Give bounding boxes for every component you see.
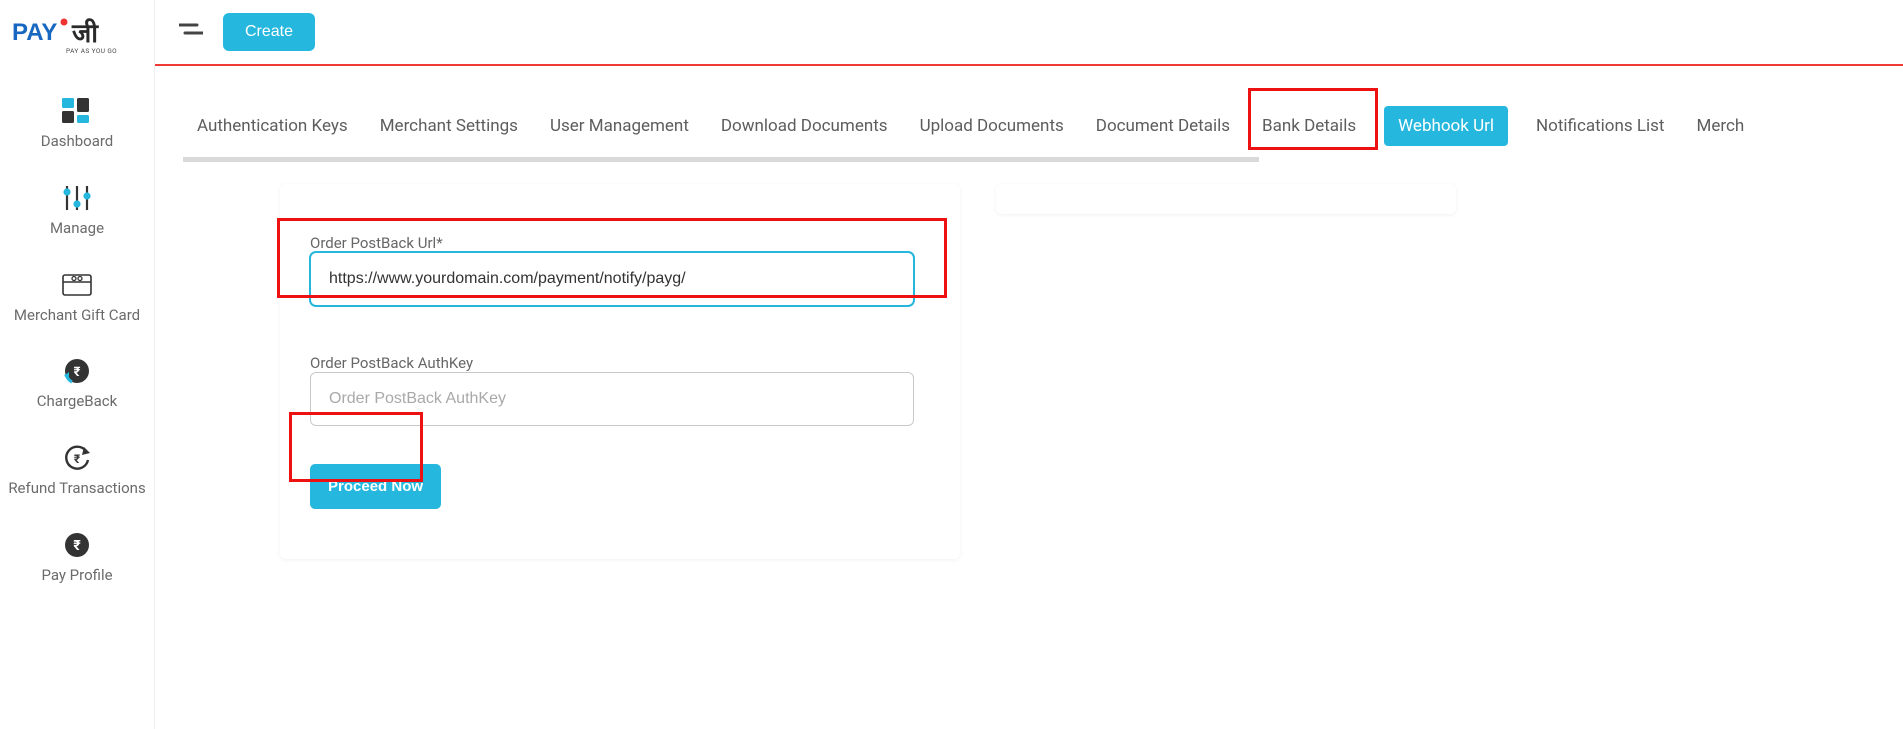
tab-authentication-keys[interactable]: Authentication Keys <box>193 106 352 146</box>
sidebar-item-manage[interactable]: Manage <box>0 169 154 256</box>
chargeback-icon: ₹ <box>62 356 92 386</box>
tab-upload-documents[interactable]: Upload Documents <box>916 106 1068 146</box>
settings-tabs: Authentication Keys Merchant Settings Us… <box>183 94 1903 160</box>
field-label: Order PostBack Url* <box>310 234 443 252</box>
sidebar-item-dashboard[interactable]: Dashboard <box>0 82 154 169</box>
tab-merchant-more[interactable]: Merch <box>1692 106 1748 146</box>
right-empty-card <box>996 184 1456 214</box>
svg-text:₹: ₹ <box>74 365 81 380</box>
tabs-underline <box>183 157 1259 162</box>
tab-merchant-settings[interactable]: Merchant Settings <box>376 106 522 146</box>
field-postback-url: Order PostBack Url* <box>310 234 930 306</box>
svg-text:₹: ₹ <box>73 538 81 554</box>
tab-user-management[interactable]: User Management <box>546 106 693 146</box>
sidebar-item-label: Pay Profile <box>6 566 148 585</box>
sidebar-item-label: Refund Transactions <box>6 479 148 498</box>
sidebar-item-chargeback[interactable]: ₹ ChargeBack <box>0 342 154 429</box>
sidebar-item-refund[interactable]: ₹ Refund Transactions <box>0 429 154 516</box>
sidebar-item-label: ChargeBack <box>6 392 148 411</box>
tab-webhook-url[interactable]: Webhook Url <box>1384 106 1508 146</box>
app-root: PAY जी PAY AS YOU GO Dashboard <box>0 0 1903 729</box>
settings-tabs-wrap: Authentication Keys Merchant Settings Us… <box>183 94 1903 162</box>
sidebar: PAY जी PAY AS YOU GO Dashboard <box>0 0 155 729</box>
giftcard-icon <box>62 274 92 296</box>
sidebar-item-label: Merchant Gift Card <box>6 306 148 325</box>
brand-logo: PAY जी PAY AS YOU GO <box>8 10 146 62</box>
tab-bank-details[interactable]: Bank Details <box>1258 106 1360 146</box>
topbar: Create <box>155 0 1903 66</box>
create-button[interactable]: Create <box>223 13 315 51</box>
main-area: Create Authentication Keys Merchant Sett… <box>155 0 1903 729</box>
svg-text:जी: जी <box>71 18 99 48</box>
page-body: Order PostBack Url* Order PostBack AuthK… <box>183 162 1903 559</box>
content-area: Authentication Keys Merchant Settings Us… <box>155 66 1903 729</box>
svg-text:PAY AS YOU GO: PAY AS YOU GO <box>66 47 117 55</box>
sidebar-item-label: Dashboard <box>6 132 148 151</box>
rupee-icon: ₹ <box>62 530 92 560</box>
webhook-form-card: Order PostBack Url* Order PostBack AuthK… <box>280 184 960 559</box>
proceed-button[interactable]: Proceed Now <box>310 464 441 509</box>
authkey-input[interactable] <box>310 372 914 426</box>
sidebar-item-payprofile[interactable]: ₹ Pay Profile <box>0 516 154 603</box>
tab-download-documents[interactable]: Download Documents <box>717 106 892 146</box>
svg-text:PAY: PAY <box>12 19 57 46</box>
refund-icon: ₹ <box>62 443 92 473</box>
payg-logo-icon: PAY जी PAY AS YOU GO <box>12 16 142 56</box>
svg-text:₹: ₹ <box>74 452 81 466</box>
menu-toggle-icon[interactable] <box>179 21 203 43</box>
postback-url-input[interactable] <box>310 252 914 306</box>
field-label: Order PostBack AuthKey <box>310 354 473 372</box>
sliders-icon <box>62 184 92 212</box>
dashboard-icon <box>62 98 92 124</box>
tab-notifications-list[interactable]: Notifications List <box>1532 106 1668 146</box>
tab-document-details[interactable]: Document Details <box>1092 106 1234 146</box>
sidebar-item-giftcard[interactable]: Merchant Gift Card <box>0 256 154 343</box>
sidebar-item-label: Manage <box>6 219 148 238</box>
field-authkey: Order PostBack AuthKey <box>310 354 930 426</box>
